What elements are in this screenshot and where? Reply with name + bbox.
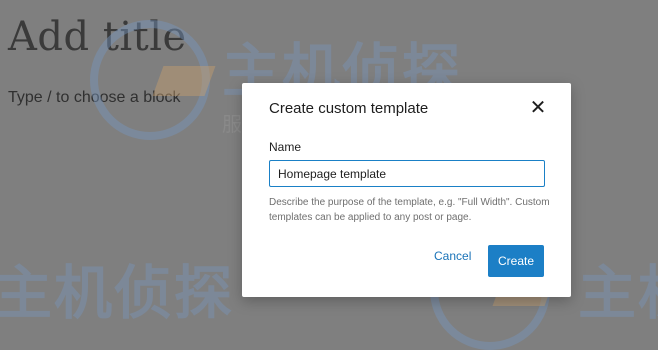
template-name-input[interactable]: [269, 160, 545, 187]
modal-title: Create custom template: [269, 100, 429, 117]
cancel-button[interactable]: Cancel: [434, 249, 471, 263]
block-appender-hint[interactable]: Type / to choose a block: [8, 89, 181, 107]
watermark-brand-lower: 主机侦探: [0, 261, 235, 326]
name-help-text: Describe the purpose of the template, e.…: [269, 197, 550, 223]
name-field-label: Name: [269, 140, 302, 154]
close-symbol: ✕: [529, 97, 547, 119]
watermark-brand-right: 主机侦探: [578, 261, 658, 326]
create-template-modal: Create custom template ✕ Name Describe t…: [242, 83, 571, 297]
close-icon[interactable]: ✕: [527, 97, 549, 119]
create-button[interactable]: Create: [488, 245, 544, 277]
post-title[interactable]: Add title: [8, 14, 187, 60]
